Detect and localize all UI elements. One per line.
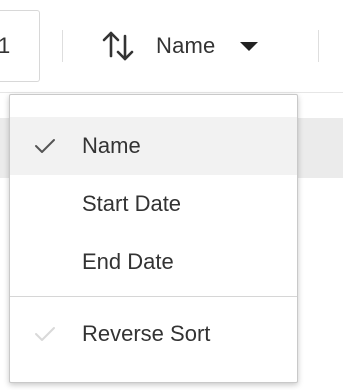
- sort-arrows-icon: [102, 31, 134, 61]
- checkmark-icon: [35, 139, 55, 153]
- sort-dropdown-button[interactable]: Name: [100, 22, 280, 70]
- page-number-input[interactable]: 1: [0, 10, 40, 82]
- sort-option-end-date[interactable]: End Date: [10, 233, 297, 291]
- sort-menu: Name Start Date End Date Reverse Sort: [9, 94, 298, 383]
- sort-option-label: Start Date: [82, 191, 182, 216]
- sort-option-name[interactable]: Name: [10, 117, 297, 175]
- sort-option-label: Name: [82, 133, 141, 158]
- sort-option-start-date[interactable]: Start Date: [10, 175, 297, 233]
- reverse-sort-toggle[interactable]: Reverse Sort: [10, 305, 297, 363]
- menu-divider: [10, 296, 297, 297]
- sort-option-label: End Date: [82, 249, 174, 274]
- reverse-sort-label: Reverse Sort: [82, 321, 211, 346]
- page: 1 Name Name Start Date End Date Reverse …: [0, 0, 343, 390]
- toolbar: 1 Name: [0, 0, 343, 93]
- page-number-value: 1: [0, 33, 11, 58]
- checkmark-icon: [35, 327, 55, 341]
- toolbar-divider: [62, 30, 63, 62]
- toolbar-divider: [318, 30, 319, 62]
- caret-down-icon: [239, 41, 258, 51]
- sort-button-label: Name: [156, 33, 216, 58]
